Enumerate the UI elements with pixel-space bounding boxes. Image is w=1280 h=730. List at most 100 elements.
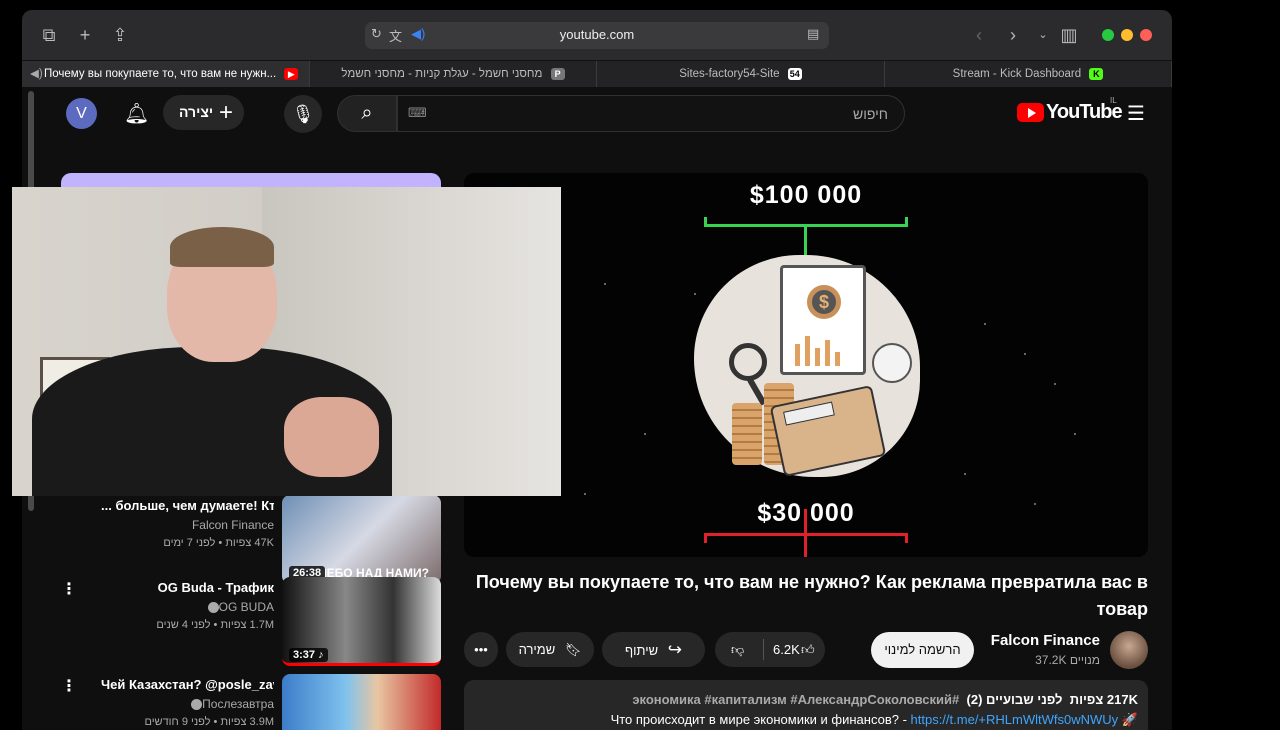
related-channel: Falcon Finance	[191, 518, 274, 532]
more-options-icon[interactable]: ⋮	[61, 676, 77, 696]
duration-badge: 3:37 ♪	[289, 648, 328, 662]
related-channel-row: Послезавтра	[101, 697, 274, 711]
country-code: IL	[1110, 96, 1117, 105]
like-count[interactable]: 6.2K	[773, 632, 800, 667]
clipboard-illustration	[780, 265, 866, 375]
mini-bar	[815, 348, 820, 366]
search-placeholder: חיפוש	[853, 106, 888, 122]
dislike-icon[interactable]: 👎︎	[731, 632, 744, 667]
tab-title: מחסני חשמל - עגלת קניות - מחסני חשמל	[341, 68, 543, 80]
magnifier-illustration	[729, 343, 767, 381]
receipt-roll-illustration	[872, 343, 912, 383]
create-button[interactable]: יצירה +	[163, 95, 244, 130]
related-meta: 47K צפיות • לפני 7 ימים	[163, 537, 274, 549]
related-video[interactable]: НЕБО НАД НАМИ? 26:38 ... больше, чем дум…	[61, 495, 441, 585]
related-meta: 3.9M צפיות • לפני 9 חודשים	[144, 716, 274, 728]
like-icon[interactable]: 👍︎	[801, 632, 815, 667]
back-icon[interactable]: ‹	[968, 24, 990, 46]
mini-bar	[835, 352, 840, 366]
more-actions-button[interactable]: •••	[464, 632, 498, 667]
related-video[interactable]: ⋮ Чей Казахстан? @posle_zavtra Послезавт…	[61, 674, 441, 730]
tab-kick[interactable]: Stream - Kick Dashboard K	[885, 61, 1172, 88]
account-avatar[interactable]: V	[66, 98, 97, 129]
search-input[interactable]: ⌨ חיפוש	[397, 95, 905, 132]
sparkle	[964, 473, 966, 475]
search-icon[interactable]: ⌕	[337, 95, 397, 132]
tab-youtube[interactable]: ◀) Почему вы покупаете то, что вам не ну…	[22, 61, 310, 88]
tab-overview-icon[interactable]: ⧉	[38, 24, 60, 46]
sparkle	[1054, 383, 1056, 385]
music-note-icon: ♪	[318, 649, 324, 661]
price-top-text: $100 000	[749, 181, 863, 209]
channel-avatar[interactable]	[1110, 631, 1148, 669]
create-label: יצירה	[179, 104, 214, 120]
price-bottom-text: $30 000	[757, 499, 855, 527]
duration-text: 3:37	[293, 649, 316, 661]
zoom-window-button[interactable]	[1102, 29, 1114, 41]
save-label: שמירה	[518, 642, 556, 657]
tab-factory[interactable]: Sites-factory54-Site 54	[597, 61, 885, 88]
person-hair	[170, 227, 274, 267]
mini-bar	[825, 340, 830, 366]
description-text: 🚀 Что происходит в мире экономики и фина…	[611, 712, 1138, 728]
share-arrow-icon: ↪	[667, 640, 682, 659]
sparkle	[984, 323, 986, 325]
person-hand	[284, 397, 379, 477]
more-options-icon[interactable]: ⋮	[61, 579, 77, 599]
tab-title: Почему вы покупаете то, что вам не нужн.…	[44, 68, 277, 80]
related-title: ... больше, чем думаете! Кто	[101, 498, 274, 513]
sparkle	[584, 493, 586, 495]
dollar-coin-icon: $	[807, 285, 841, 319]
youtube-play-icon	[1017, 103, 1044, 122]
chevron-down-icon[interactable]: ⌄	[1032, 24, 1054, 46]
video-thumbnail[interactable]	[282, 674, 441, 730]
forward-icon[interactable]: ›	[1002, 24, 1024, 46]
verified-icon	[191, 699, 203, 711]
bell-icon[interactable]: 🔔︎	[124, 101, 149, 126]
video-title: Почему вы покупаете то, что вам не нужно…	[475, 572, 1148, 619]
p-favicon-icon: P	[550, 67, 565, 80]
sparkle	[644, 433, 646, 435]
close-window-button[interactable]	[1140, 29, 1152, 41]
reader-icon[interactable]: ▤	[807, 26, 819, 42]
mini-bar	[805, 336, 810, 366]
like-dislike-group: 👎︎ 6.2K 👍︎	[715, 632, 825, 667]
subscribe-button[interactable]: הרשמה למינוי	[871, 632, 974, 668]
related-channel: Послезавтра	[202, 697, 274, 711]
tab-title: Sites-factory54-Site	[679, 68, 780, 80]
description-box[interactable]: 217K צפיות לפני שבועיים (2) #экономика #…	[464, 680, 1148, 730]
tab-title: Stream - Kick Dashboard	[952, 68, 1082, 80]
upload-age: לפני שבועיים (2)	[966, 692, 1063, 707]
related-meta: 1.7M צפיות • לפני 4 שנים	[156, 619, 274, 631]
calculator-display	[783, 401, 835, 426]
channel-name[interactable]: Falcon Finance	[982, 632, 1100, 649]
sparkle	[694, 293, 696, 295]
hamburger-menu-icon[interactable]: ☰	[1127, 101, 1145, 126]
related-video[interactable]: ⋮ 3:37 ♪ OG Buda - Трафик OG BUDA 1.7M צ…	[61, 577, 441, 667]
related-channel: OG BUDA	[218, 600, 274, 614]
related-title: OG Buda - Трафик	[157, 580, 274, 595]
sparkle	[1074, 433, 1076, 435]
related-title: Чей Казахстан? @posle_zavtra	[101, 677, 274, 692]
share-button[interactable]: שיתוף ↪	[602, 632, 705, 667]
save-button[interactable]: שמירה 🔖︎	[506, 632, 594, 667]
speaker-icon[interactable]: ◀)	[30, 61, 43, 87]
keyboard-icon[interactable]: ⌨	[408, 105, 427, 121]
hashtags[interactable]: #экономика #капитализм #АлександрСоколов…	[632, 692, 959, 707]
youtube-favicon-icon: ▶	[284, 67, 299, 80]
sparkle	[1024, 353, 1026, 355]
kick-favicon-icon: K	[1089, 67, 1104, 80]
green-bracket	[704, 217, 908, 227]
sidebar-toggle-icon[interactable]: ▥	[1058, 24, 1080, 46]
new-tab-icon[interactable]: +	[74, 24, 96, 46]
minimize-window-button[interactable]	[1121, 29, 1133, 41]
share-icon[interactable]: ⇪	[109, 24, 131, 46]
mic-icon[interactable]: 🎙︎	[284, 95, 322, 133]
url-text: youtube.com	[559, 27, 635, 42]
webcam-overlay	[12, 187, 561, 496]
tab-shop[interactable]: מחסני חשמל - עגלת קניות - מחסני חשמל P	[310, 61, 597, 88]
tab-bar: ◀) Почему вы покупаете то, что вам не ну…	[22, 60, 1172, 88]
address-bar[interactable]: ↻ 文 ◀) youtube.com ▤	[365, 22, 829, 49]
plus-icon: +	[218, 99, 233, 126]
video-player[interactable]: $100 000 $ $30 000	[464, 173, 1148, 557]
